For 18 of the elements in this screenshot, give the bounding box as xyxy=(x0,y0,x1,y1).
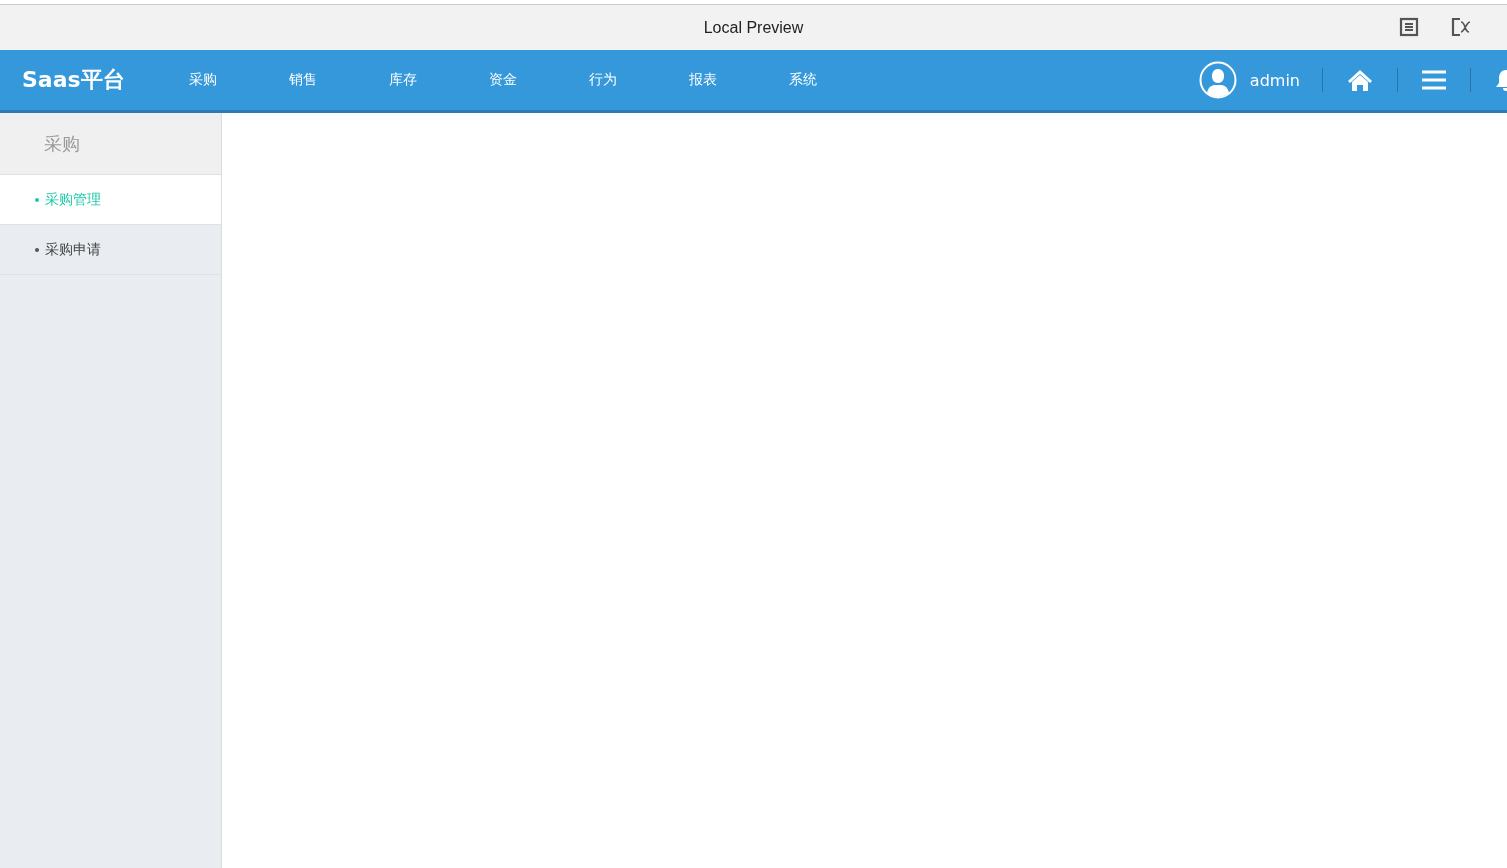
nav-link[interactable]: 系统 xyxy=(768,71,868,89)
formula-icon[interactable] xyxy=(1451,17,1471,37)
username[interactable]: admin xyxy=(1249,70,1300,90)
nav-link[interactable]: 行为 xyxy=(568,71,668,89)
logo[interactable]: Saas平台 xyxy=(22,65,168,95)
nav-link[interactable]: 库存 xyxy=(368,71,468,89)
sidebar-item[interactable]: 采购申请 xyxy=(0,225,221,275)
nav-link[interactable]: 销售 xyxy=(268,71,368,89)
nav-link[interactable]: 采购 xyxy=(168,71,268,89)
nav-link[interactable]: 报表 xyxy=(668,71,768,89)
document-icon[interactable] xyxy=(1399,17,1419,37)
nav-link[interactable]: 资金 xyxy=(468,71,568,89)
sidebar-title: 采购 xyxy=(44,131,80,156)
sidebar-item[interactable]: 采购管理 xyxy=(0,175,221,225)
home-icon[interactable] xyxy=(1347,69,1373,91)
window-title: Local Preview xyxy=(703,18,804,37)
menu-icon[interactable] xyxy=(1422,70,1446,90)
avatar-icon[interactable] xyxy=(1198,61,1237,99)
